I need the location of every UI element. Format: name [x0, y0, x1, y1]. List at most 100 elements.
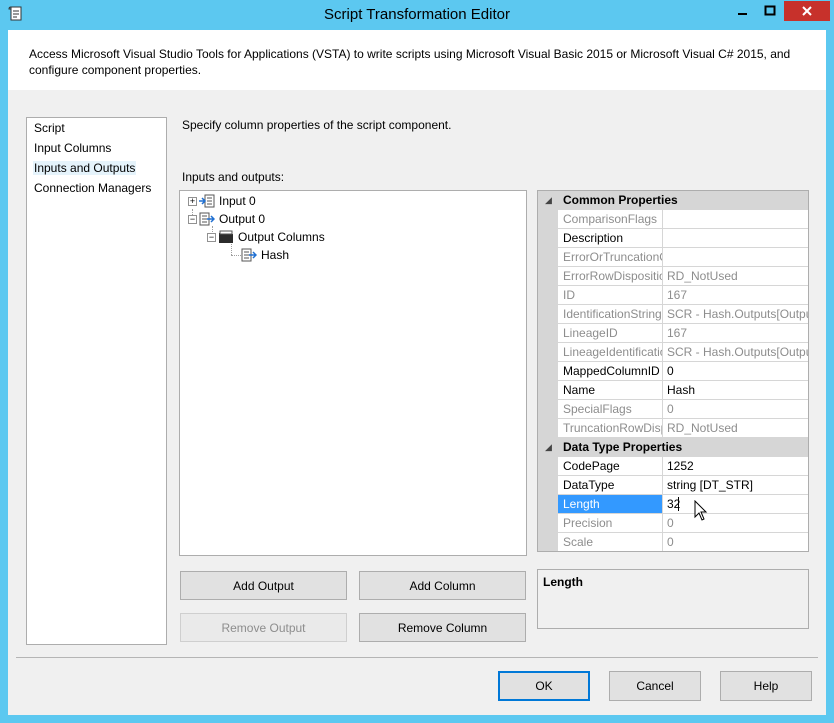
minimize-button[interactable] [730, 1, 756, 21]
property-name: ErrorRowDisposition [558, 267, 663, 286]
collapse-icon[interactable]: − [188, 214, 197, 224]
tree-node-label: Output 0 [219, 212, 266, 226]
collapse-icon[interactable]: − [207, 232, 216, 242]
property-row[interactable]: TruncationRowDisposition RD_NotUsed [558, 419, 808, 438]
window-title: Script Transformation Editor [324, 6, 510, 23]
property-name: IdentificationString [558, 305, 663, 324]
property-row[interactable]: ComparisonFlags [558, 210, 808, 229]
text-cursor-icon [694, 500, 708, 521]
property-name: Length [558, 495, 663, 514]
property-value: SCR - Hash.Outputs[Output 0].Columns[Has… [663, 343, 808, 362]
property-name: Precision [558, 514, 663, 533]
category-data-type-properties[interactable]: ◢ Data Type Properties [538, 438, 808, 457]
help-title: Length [543, 575, 583, 589]
property-name: DataType [558, 476, 663, 495]
tree-node-output-columns[interactable]: − Output Columns [207, 229, 325, 245]
property-name: TruncationRowDisposition [558, 419, 663, 438]
property-row[interactable]: LineageID 167 [558, 324, 808, 343]
tree-node-label: Input 0 [219, 194, 256, 208]
property-value [663, 210, 808, 229]
property-row[interactable]: SpecialFlags 0 [558, 400, 808, 419]
property-value[interactable]: 1252 [663, 457, 808, 476]
property-row[interactable]: ID 167 [558, 286, 808, 305]
property-row[interactable]: MappedColumnID 0 [558, 362, 808, 381]
input-icon [199, 194, 215, 208]
property-row[interactable]: Description [558, 229, 808, 248]
nav-item-connection-managers[interactable]: Connection Managers [33, 181, 152, 195]
property-value: SCR - Hash.Outputs[Output 0].Columns[Has… [663, 305, 808, 324]
title-bar: Script Transformation Editor [0, 0, 834, 30]
cancel-button[interactable]: Cancel [609, 671, 701, 701]
property-row[interactable]: Precision 0 [558, 514, 808, 533]
property-value: RD_NotUsed [663, 419, 808, 438]
output-icon [199, 212, 215, 226]
property-value: 0 [663, 514, 808, 533]
property-name: Name [558, 381, 663, 400]
property-row[interactable]: CodePage 1252 [558, 457, 808, 476]
instruction-text: Specify column properties of the script … [182, 118, 452, 132]
text-caret [678, 497, 679, 511]
property-value [663, 248, 808, 267]
property-value[interactable]: Hash [663, 381, 808, 400]
property-row[interactable]: LineageIdentificationString SCR - Hash.O… [558, 343, 808, 362]
property-name: ID [558, 286, 663, 305]
nav-item-inputs-and-outputs[interactable]: Inputs and Outputs [33, 161, 137, 175]
ok-button[interactable]: OK [498, 671, 590, 701]
property-value[interactable]: string [DT_STR] [663, 476, 808, 495]
tree-node-output-0[interactable]: − Output 0 [188, 211, 265, 227]
property-row[interactable]: IdentificationString SCR - Hash.Outputs[… [558, 305, 808, 324]
minimize-icon [738, 13, 747, 15]
help-button[interactable]: Help [720, 671, 812, 701]
tree-node-label: Output Columns [238, 230, 325, 244]
remove-column-button[interactable]: Remove Column [359, 613, 526, 642]
property-value: 0 [663, 400, 808, 419]
folder-icon [219, 230, 233, 243]
property-name: ComparisonFlags [558, 210, 663, 229]
expand-icon[interactable]: + [188, 196, 197, 206]
property-row[interactable]: ErrorOrTruncationOperation [558, 248, 808, 267]
property-value: 167 [663, 324, 808, 343]
page-navigation-list: Script Input Columns Inputs and Outputs … [26, 117, 167, 645]
property-value: RD_NotUsed [663, 267, 808, 286]
property-name: Description [558, 229, 663, 248]
dialog-client-area: Access Microsoft Visual Studio Tools for… [8, 30, 826, 715]
property-name: SpecialFlags [558, 400, 663, 419]
collapse-triangle-icon[interactable]: ◢ [545, 191, 552, 210]
property-row[interactable]: ErrorRowDisposition RD_NotUsed [558, 267, 808, 286]
property-name: Scale [558, 533, 663, 551]
category-common-properties[interactable]: ◢ Common Properties [538, 191, 808, 210]
collapse-triangle-icon[interactable]: ◢ [545, 438, 552, 457]
maximize-button[interactable] [757, 1, 783, 21]
description-panel: Access Microsoft Visual Studio Tools for… [8, 30, 826, 90]
property-help-box: Length [537, 569, 809, 629]
column-icon [241, 248, 257, 262]
close-icon [802, 6, 812, 16]
tree-node-label: Hash [261, 248, 290, 262]
add-column-button[interactable]: Add Column [359, 571, 526, 600]
property-row[interactable]: DataType string [DT_STR] [558, 476, 808, 495]
tree-node-hash-column[interactable]: Hash [241, 247, 289, 263]
maximize-icon [764, 5, 776, 16]
nav-item-input-columns[interactable]: Input Columns [33, 141, 112, 155]
property-value: 0 [663, 533, 808, 551]
length-value-input[interactable]: 32 [663, 495, 808, 514]
inputs-outputs-tree[interactable]: + Input 0 − Output 0 − Output Columns Ha… [179, 190, 527, 556]
property-name: CodePage [558, 457, 663, 476]
tree-node-input-0[interactable]: + Input 0 [188, 193, 256, 209]
footer-separator [16, 657, 818, 658]
property-row[interactable]: Name Hash [558, 381, 808, 400]
property-value[interactable]: 0 [663, 362, 808, 381]
property-name: LineageID [558, 324, 663, 343]
close-button[interactable] [784, 1, 830, 21]
nav-item-script[interactable]: Script [33, 121, 66, 135]
property-value[interactable] [663, 229, 808, 248]
property-row[interactable]: Scale 0 [558, 533, 808, 551]
remove-output-button[interactable]: Remove Output [180, 613, 347, 642]
property-grid[interactable]: ◢ Common Properties ComparisonFlags Desc… [537, 190, 809, 552]
property-name: ErrorOrTruncationOperation [558, 248, 663, 267]
property-value: 167 [663, 286, 808, 305]
property-name: LineageIdentificationString [558, 343, 663, 362]
add-output-button[interactable]: Add Output [180, 571, 347, 600]
property-row-selected[interactable]: Length 32 [558, 495, 808, 514]
property-name: MappedColumnID [558, 362, 663, 381]
